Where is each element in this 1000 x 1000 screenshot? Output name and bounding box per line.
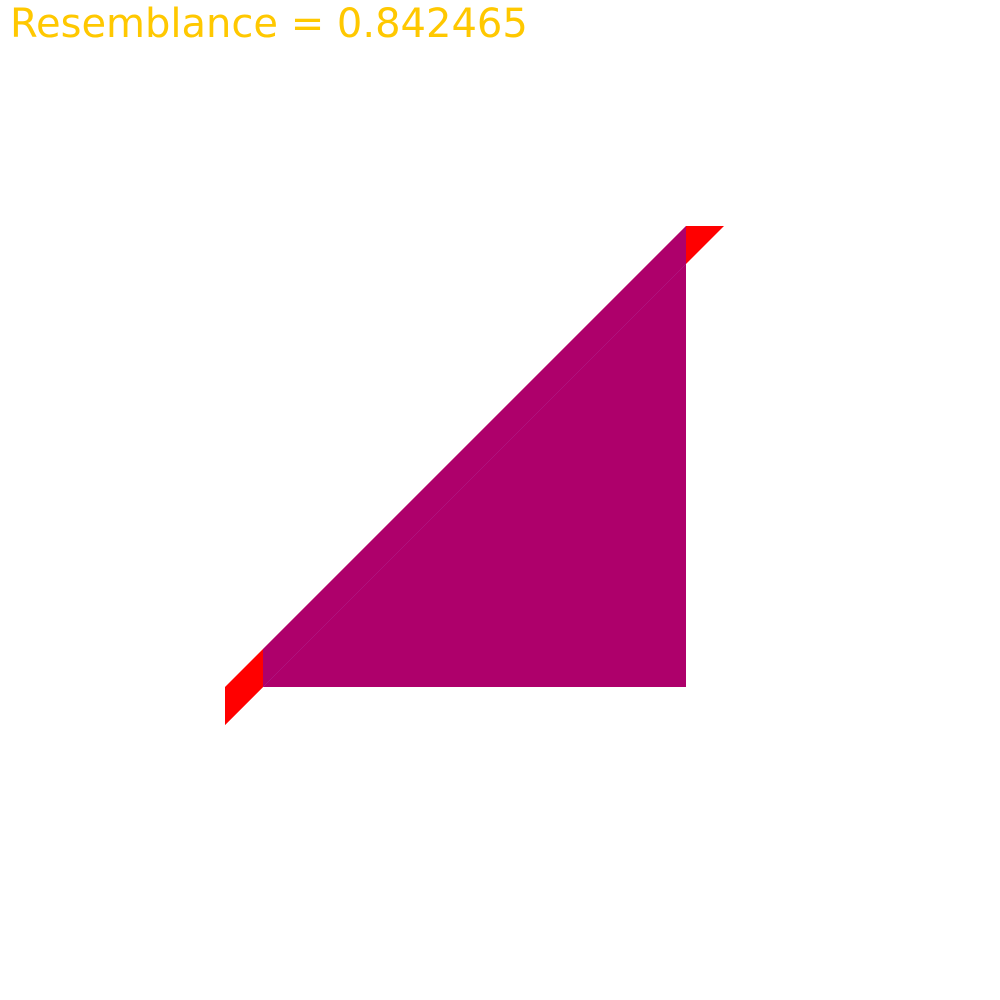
resemblance-view: Resemblance = 0.842465	[0, 0, 1000, 1000]
blue-triangle	[263, 226, 686, 687]
resemblance-score: Resemblance = 0.842465	[10, 1, 528, 47]
shape-canvas	[225, 226, 724, 725]
